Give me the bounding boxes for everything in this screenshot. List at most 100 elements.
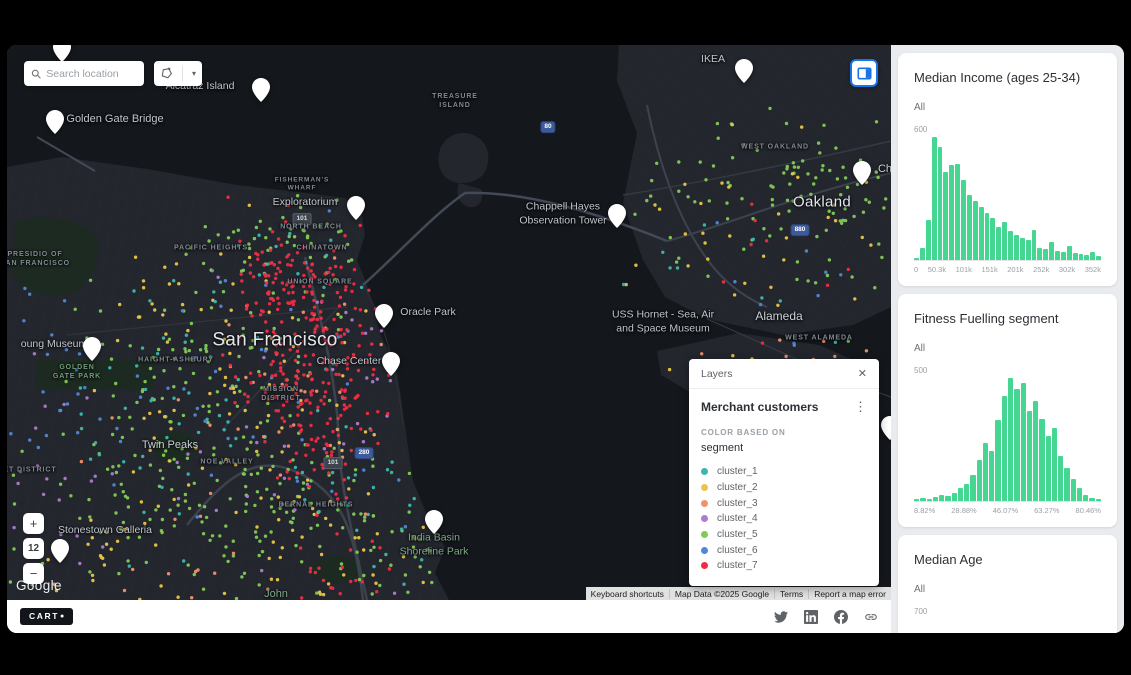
histogram-bars[interactable] <box>914 378 1101 502</box>
histogram-bar[interactable] <box>1021 383 1026 501</box>
histogram-bar[interactable] <box>990 218 995 260</box>
map-marker-pin[interactable] <box>608 204 626 228</box>
carto-logo[interactable]: CART ● <box>20 608 73 625</box>
widget-filter[interactable]: All <box>914 343 1101 354</box>
histogram-bar[interactable] <box>949 165 954 260</box>
histogram-bar[interactable] <box>945 496 950 501</box>
histogram-bar[interactable] <box>1037 248 1042 260</box>
map-marker-pin[interactable] <box>375 304 393 328</box>
histogram-bar[interactable] <box>1032 230 1037 260</box>
histogram-bar[interactable] <box>995 420 1000 501</box>
histogram-bar[interactable] <box>979 207 984 260</box>
histogram-bar[interactable] <box>1073 253 1078 260</box>
histogram-bar[interactable] <box>1089 498 1094 501</box>
map-marker-pin[interactable] <box>425 510 443 534</box>
legend-item[interactable]: cluster_7 <box>701 558 867 574</box>
histogram-bar[interactable] <box>914 499 919 501</box>
histogram-bar[interactable] <box>952 493 957 501</box>
histogram-bar[interactable] <box>943 172 948 260</box>
histogram-bar[interactable] <box>983 443 988 501</box>
chevron-down-icon[interactable]: ▾ <box>192 69 196 78</box>
histogram-bar[interactable] <box>1055 251 1060 260</box>
histogram-bar[interactable] <box>1079 254 1084 260</box>
histogram-bar[interactable] <box>920 498 925 501</box>
histogram-bar[interactable] <box>1061 252 1066 260</box>
histogram-bar[interactable] <box>1084 255 1089 260</box>
histogram-bar[interactable] <box>1096 256 1101 260</box>
histogram-bar[interactable] <box>1014 389 1019 501</box>
map-marker-pin[interactable] <box>46 110 64 134</box>
histogram-bar[interactable] <box>989 451 994 501</box>
histogram-bar[interactable] <box>958 488 963 501</box>
histogram-bars[interactable] <box>914 137 1101 261</box>
map-marker-pin[interactable] <box>382 352 400 376</box>
histogram-bar[interactable] <box>1002 396 1007 501</box>
search-input[interactable] <box>46 68 137 80</box>
histogram-bar[interactable] <box>926 220 931 260</box>
histogram-bar[interactable] <box>927 499 932 501</box>
legend-item[interactable]: cluster_1 <box>701 464 867 480</box>
histogram-bar[interactable] <box>1052 428 1057 501</box>
histogram-bar[interactable] <box>1064 468 1069 501</box>
report-map-error-link[interactable]: Report a map error <box>808 589 891 599</box>
close-icon[interactable]: ✕ <box>858 367 867 380</box>
histogram-bar[interactable] <box>1071 479 1076 501</box>
map-marker-pin[interactable] <box>51 539 69 563</box>
histogram-bar[interactable] <box>933 497 938 501</box>
legend-item[interactable]: cluster_2 <box>701 480 867 496</box>
legend-item[interactable]: cluster_6 <box>701 542 867 558</box>
legend-item[interactable]: cluster_3 <box>701 495 867 511</box>
histogram-bar[interactable] <box>1002 222 1007 260</box>
histogram-bar[interactable] <box>1014 235 1019 260</box>
widget-filter[interactable]: All <box>914 584 1101 595</box>
map-marker-pin[interactable] <box>347 196 365 220</box>
histogram-bars[interactable] <box>914 619 1101 633</box>
histogram-bar[interactable] <box>985 213 990 260</box>
histogram-bar[interactable] <box>938 147 943 260</box>
twitter-icon[interactable] <box>774 610 788 624</box>
histogram-bar[interactable] <box>996 227 1001 260</box>
histogram-bar[interactable] <box>939 495 944 501</box>
histogram-bar[interactable] <box>1027 411 1032 501</box>
map-marker-pin[interactable] <box>853 161 871 185</box>
histogram-bar[interactable] <box>1043 249 1048 260</box>
histogram-bar[interactable] <box>1058 456 1063 502</box>
legend-item[interactable]: cluster_4 <box>701 511 867 527</box>
histogram-bar[interactable] <box>1020 238 1025 260</box>
histogram-bar[interactable] <box>1067 246 1072 260</box>
histogram-bar[interactable] <box>920 248 925 260</box>
histogram-bar[interactable] <box>1026 240 1031 260</box>
facebook-icon[interactable] <box>834 610 848 624</box>
map-panel-toggle-button[interactable] <box>850 59 878 87</box>
histogram-bar[interactable] <box>1008 231 1013 260</box>
map-canvas[interactable]: 10110128080880 Golden Gate BridgeAlcatra… <box>7 45 891 600</box>
histogram-bar[interactable] <box>973 201 978 260</box>
map-marker-pin[interactable] <box>881 416 891 440</box>
widget-filter[interactable]: All <box>914 102 1101 113</box>
histogram-bar[interactable] <box>961 180 966 260</box>
histogram-bar[interactable] <box>1046 436 1051 501</box>
histogram-bar[interactable] <box>1033 401 1038 501</box>
histogram-bar[interactable] <box>1039 419 1044 501</box>
zoom-in-button[interactable]: + <box>23 513 44 534</box>
histogram-bar[interactable] <box>932 137 937 260</box>
search-box[interactable] <box>24 61 144 86</box>
map-marker-pin[interactable] <box>53 45 71 62</box>
histogram-bar[interactable] <box>967 195 972 260</box>
terms-link[interactable]: Terms <box>774 589 808 599</box>
histogram-bar[interactable] <box>977 460 982 501</box>
histogram-bar[interactable] <box>970 475 975 501</box>
map-marker-pin[interactable] <box>83 337 101 361</box>
histogram-bar[interactable] <box>964 484 969 501</box>
histogram-bar[interactable] <box>914 258 919 260</box>
histogram-bar[interactable] <box>1090 252 1095 260</box>
legend-item[interactable]: cluster_5 <box>701 527 867 543</box>
histogram-bar[interactable] <box>1077 488 1082 501</box>
draw-polygon-tool-button[interactable]: ▾ <box>154 61 202 86</box>
map-marker-pin[interactable] <box>735 59 753 83</box>
histogram-bar[interactable] <box>1008 378 1013 501</box>
histogram-bar[interactable] <box>1083 495 1088 501</box>
linkedin-icon[interactable] <box>804 610 818 624</box>
keyboard-shortcuts-link[interactable]: Keyboard shortcuts <box>586 589 669 599</box>
histogram-bar[interactable] <box>955 164 960 260</box>
